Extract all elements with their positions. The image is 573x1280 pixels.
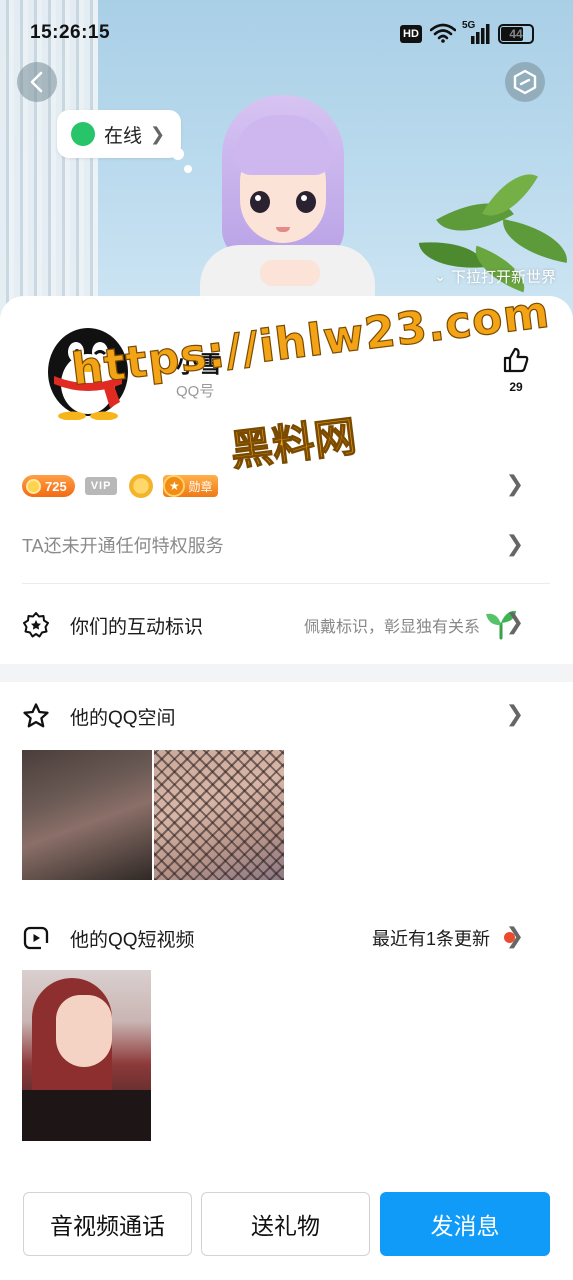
chevron-down-icon: ⌄: [434, 268, 446, 284]
wifi-icon: [430, 23, 456, 43]
coin-icon: [26, 478, 41, 494]
online-dot-icon: [71, 122, 95, 146]
status-bar: 15:26:15 HD 5G 44: [0, 0, 573, 66]
star-outline-icon: [23, 703, 49, 728]
battery-icon: 44: [498, 24, 534, 44]
avatar-3d-figure[interactable]: [200, 95, 375, 305]
like-count: 29: [509, 380, 523, 394]
short-video-title: 他的QQ短视频: [70, 929, 195, 951]
medal-label: 勋章: [188, 479, 213, 494]
action-bar: 音视频通话 送礼物 发消息: [0, 1190, 573, 1256]
divider: [22, 583, 550, 584]
short-video-thumbnail[interactable]: [22, 970, 151, 1141]
thumbs-up-icon: [503, 347, 529, 373]
medal-badge: ★ 勋章: [163, 475, 219, 497]
pull-down-hint[interactable]: ⌄ 下拉打开新世界: [434, 266, 556, 287]
like-button[interactable]: 29: [499, 347, 533, 394]
back-button[interactable]: [17, 62, 57, 102]
chevron-right-icon: ❯: [505, 923, 524, 948]
bubble-tail: [172, 148, 184, 160]
section-separator: [0, 664, 573, 682]
privilege-text: TA还未开通任何特权服务: [22, 536, 224, 556]
qzone-row[interactable]: 他的QQ空间 ❯: [22, 698, 552, 734]
status-time: 15:26:15: [30, 22, 111, 43]
chevron-right-icon: ❯: [505, 531, 524, 556]
av-call-button[interactable]: 音视频通话: [23, 1192, 192, 1256]
chevron-left-icon: [30, 71, 43, 93]
qzone-photo[interactable]: [22, 750, 152, 880]
short-video-update: 最近有1条更新: [371, 929, 490, 949]
hexagon-icon: [513, 69, 537, 95]
hd-icon: HD: [400, 25, 422, 43]
pull-hint-text: 下拉打开新世界: [450, 269, 556, 286]
profile-cover[interactable]: 15:26:15 HD 5G 44 在线 ❯ ⌄ 下拉打开新世界: [0, 0, 573, 330]
interaction-title: 你们的互动标识: [70, 616, 204, 638]
coin-badge: 725: [22, 475, 75, 497]
badges-row[interactable]: 725 VIP ★ 勋章 ❯: [22, 471, 552, 499]
video-play-icon: [23, 926, 49, 951]
interaction-hint: 佩戴标识，彰显独有关系: [303, 619, 480, 636]
interaction-marks-row[interactable]: 你们的互动标识 佩戴标识，彰显独有关系 ❯: [22, 605, 552, 645]
send-message-button[interactable]: 发消息: [380, 1192, 550, 1256]
short-video-row[interactable]: 他的QQ短视频 最近有1条更新 ❯: [22, 920, 552, 956]
send-gift-button[interactable]: 送礼物: [201, 1192, 370, 1256]
privilege-row[interactable]: TA还未开通任何特权服务 ❯: [22, 529, 552, 563]
sun-icon: [129, 474, 154, 498]
network-label: 5G: [462, 20, 476, 31]
chevron-right-icon: ❯: [505, 701, 524, 726]
badge-gear-icon: [23, 612, 49, 638]
battery-level: 44: [509, 27, 523, 41]
qzone-title: 他的QQ空间: [70, 707, 176, 729]
qq-number-label: QQ号: [176, 383, 215, 400]
qzone-photo[interactable]: [154, 750, 284, 880]
coin-value: 725: [45, 478, 67, 494]
online-status-text: 在线: [104, 125, 143, 147]
online-status-bubble[interactable]: 在线 ❯: [57, 110, 181, 158]
more-button[interactable]: [505, 62, 545, 102]
chevron-right-icon: ❯: [505, 471, 524, 496]
vip-badge: VIP: [84, 477, 118, 495]
chevron-right-icon: ❯: [505, 609, 524, 634]
chevron-right-icon: ❯: [150, 123, 166, 144]
bubble-tail: [184, 165, 192, 173]
star-icon: ★: [163, 475, 186, 497]
